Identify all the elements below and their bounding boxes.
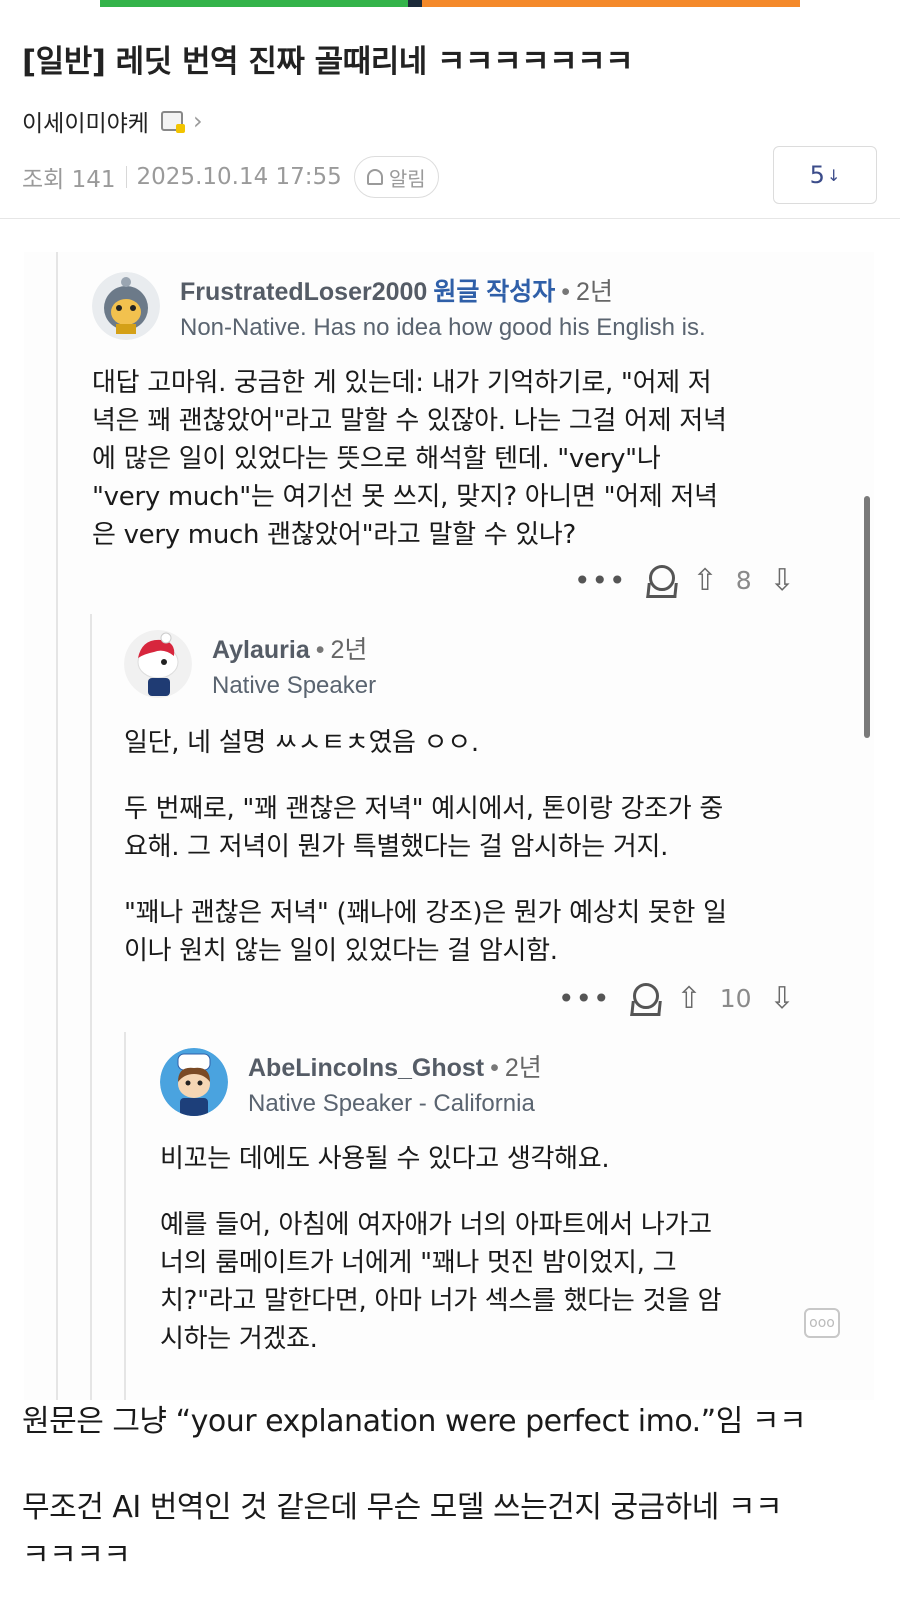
comment: FrustratedLoser2000 원글 작성자 • 2년 Non-Native.… [92,272,852,554]
post-meta: 조회 141 2025.10.14 17:55 알림 [22,156,439,198]
more-options-button[interactable]: ••• [574,564,627,597]
comment: AbeLincolns_Ghost • 2년 Native Speaker - Ca… [160,1048,850,1386]
op-tag: 원글 작성자 [433,278,556,306]
view-count: 조회 141 [22,167,116,193]
chat-bubble-icon[interactable]: ooo [804,1308,840,1338]
chevron-right-icon[interactable]: › [193,107,203,135]
comment-age: 2년 [330,636,368,664]
comment-header: FrustratedLoser2000 원글 작성자 • 2년 Non-Native.… [92,272,852,342]
post-datetime: 2025.10.14 17:55 [136,164,342,190]
arrow-down-icon: ↓ [826,165,841,185]
vote-score: 10 [719,984,752,1013]
comment-line: "very much"는 여기선 못 쓰지, 맞지? 아니면 "어제 저녁 [92,482,718,512]
comment-age: 2년 [576,278,613,306]
downvote-icon[interactable]: ⇩ [770,983,795,1014]
comment-paragraph: 예를 들어, 아침에 여자애가 너의 아파트에서 나가고 너의 룸메이트가 너에게… [160,1210,722,1354]
separator-dot: • [490,1054,499,1082]
post-body-line: 원문은 그냥 “your explanation were perfect im… [22,1404,807,1439]
comment-paragraph: 두 번째로, "꽤 괜찮은 저녁" 예시에서, 톤이랑 강조가 중 요해. 그 저… [124,794,723,862]
meta-divider [125,166,127,188]
downvote-icon[interactable]: ⇩ [770,565,795,596]
top-banner [0,0,900,8]
upvote-icon[interactable]: ⇧ [677,983,702,1014]
comment-paragraph: 비꼬는 데에도 사용될 수 있다고 생각해요. [160,1144,610,1174]
comment-count: 5 [809,161,825,189]
fox-astronaut-avatar-icon [92,272,160,340]
scrollbar[interactable] [864,496,870,738]
separator-dot: • [561,278,571,306]
comment-username[interactable]: Aylauria [212,636,310,664]
comment: Aylauria • 2년 Native Speaker 일단, 네 설명 ㅆㅅㅌㅊ… [124,630,844,998]
comment-body: 비꼬는 데에도 사용될 수 있다고 생각해요. 예를 들어, 아침에 여자애가 … [160,1140,850,1358]
comment-paragraph: "꽤나 괜찮은 저녁" (꽤나에 강조)은 뭔가 예상치 못한 일 이나 원치 않… [124,898,727,966]
separator-dot: • [315,636,325,664]
more-options-button[interactable]: ••• [558,982,611,1015]
comment-line: 대답 고마워. 궁금한 게 있는데: 내가 기억하기로, "어제 저 [92,368,712,398]
hat-snoo-avatar-icon [160,1048,228,1116]
comment-actions: ••• ⇧ 8 ⇩ [574,564,795,597]
banner-strip [100,0,800,7]
award-icon[interactable] [645,564,675,597]
thread-line [56,252,58,1400]
comment-header: AbeLincolns_Ghost • 2년 Native Speaker - Ca… [160,1048,850,1118]
comment-line: 은 very much 괜찮았어"라고 말할 수 있나? [92,520,577,550]
post-title: [일반] 레딧 번역 진짜 골때리네 ㅋㅋㅋㅋㅋㅋㅋ [22,44,634,80]
post-author[interactable]: 이세이미야케 › [22,104,203,138]
comment-header: Aylauria • 2년 Native Speaker [124,630,844,700]
comment-username[interactable]: FrustratedLoser2000 [180,278,427,306]
comment-count-button[interactable]: 5 ↓ [773,146,877,204]
bell-icon [366,169,383,185]
user-flair: Non-Native. Has no idea how good his Eng… [180,314,706,341]
reddit-screenshot-image: FrustratedLoser2000 원글 작성자 • 2년 Non-Native.… [24,252,874,1400]
post-body-line: ㅋㅋㅋㅋ [22,1538,131,1573]
vote-score: 8 [735,566,752,595]
comment-paragraph: 일단, 네 설명 ㅆㅅㅌㅊ였음 ㅇㅇ. [124,728,479,758]
thread-line [90,614,92,1400]
upvote-icon[interactable]: ⇧ [693,565,718,596]
author-level-icon [160,111,185,133]
comment-body: 대답 고마워. 궁금한 게 있는데: 내가 기억하기로, "어제 저 녁은 꽤 … [92,364,852,554]
red-hair-snoo-avatar-icon [124,630,192,698]
comment-line: 에 많은 일이 있었다는 뜻으로 해석할 텐데. "very"나 [92,444,661,474]
user-flair: Native Speaker - California [248,1090,535,1117]
alarm-button[interactable]: 알림 [353,156,439,198]
comment-username[interactable]: AbeLincolns_Ghost [248,1054,484,1082]
alarm-label: 알림 [388,166,426,191]
comment-age: 2년 [504,1054,542,1082]
thread-line [124,1032,126,1400]
post-body-line: 무조건 AI 번역인 것 같은데 무슨 모델 쓰는건지 궁금하네 ㅋㅋ [22,1490,783,1525]
comment-line: 녁은 꽤 괜찮았어"라고 말할 수 있잖아. 나는 그걸 어제 저녁 [92,406,727,436]
author-name[interactable]: 이세이미야케 [22,104,149,138]
user-flair: Native Speaker [212,672,377,699]
header-divider [0,218,900,219]
comment-actions: ••• ⇧ 10 ⇩ [558,982,795,1015]
award-icon[interactable] [629,982,659,1015]
comment-body: 일단, 네 설명 ㅆㅅㅌㅊ였음 ㅇㅇ. 두 번째로, "꽤 괜찮은 저녁" 예시… [124,724,844,970]
